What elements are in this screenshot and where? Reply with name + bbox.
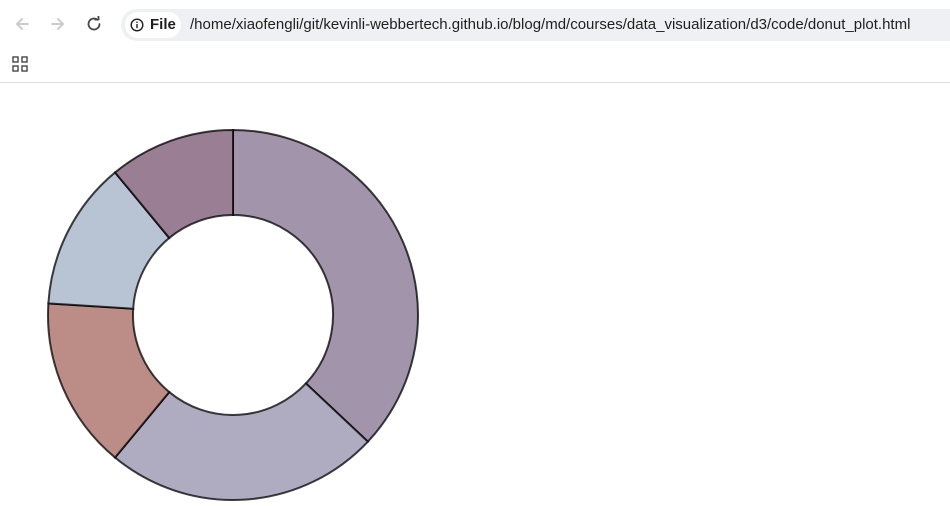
reload-icon (87, 16, 101, 31)
donut-chart (47, 128, 419, 501)
browser-toolbar: File /home/xiaofengli/git/kevinli-webber… (0, 0, 950, 50)
back-button[interactable] (10, 12, 34, 36)
bookmarks-bar (0, 50, 950, 83)
site-info-chip[interactable]: File (125, 12, 181, 38)
page-content (0, 83, 950, 506)
reload-button[interactable] (82, 12, 106, 36)
donut-slice-1 (232, 128, 419, 444)
info-icon (130, 18, 144, 32)
address-bar[interactable]: File /home/xiaofengli/git/kevinli-webber… (121, 9, 950, 41)
arrow-right-icon (51, 18, 64, 30)
donut-slices (47, 128, 419, 501)
arrow-left-icon (16, 18, 29, 30)
apps-grid-icon[interactable] (12, 56, 28, 72)
forward-button[interactable] (46, 12, 70, 36)
site-chip-label: File (150, 16, 176, 33)
url-text[interactable]: /home/xiaofengli/git/kevinli-webbertech.… (190, 16, 910, 34)
